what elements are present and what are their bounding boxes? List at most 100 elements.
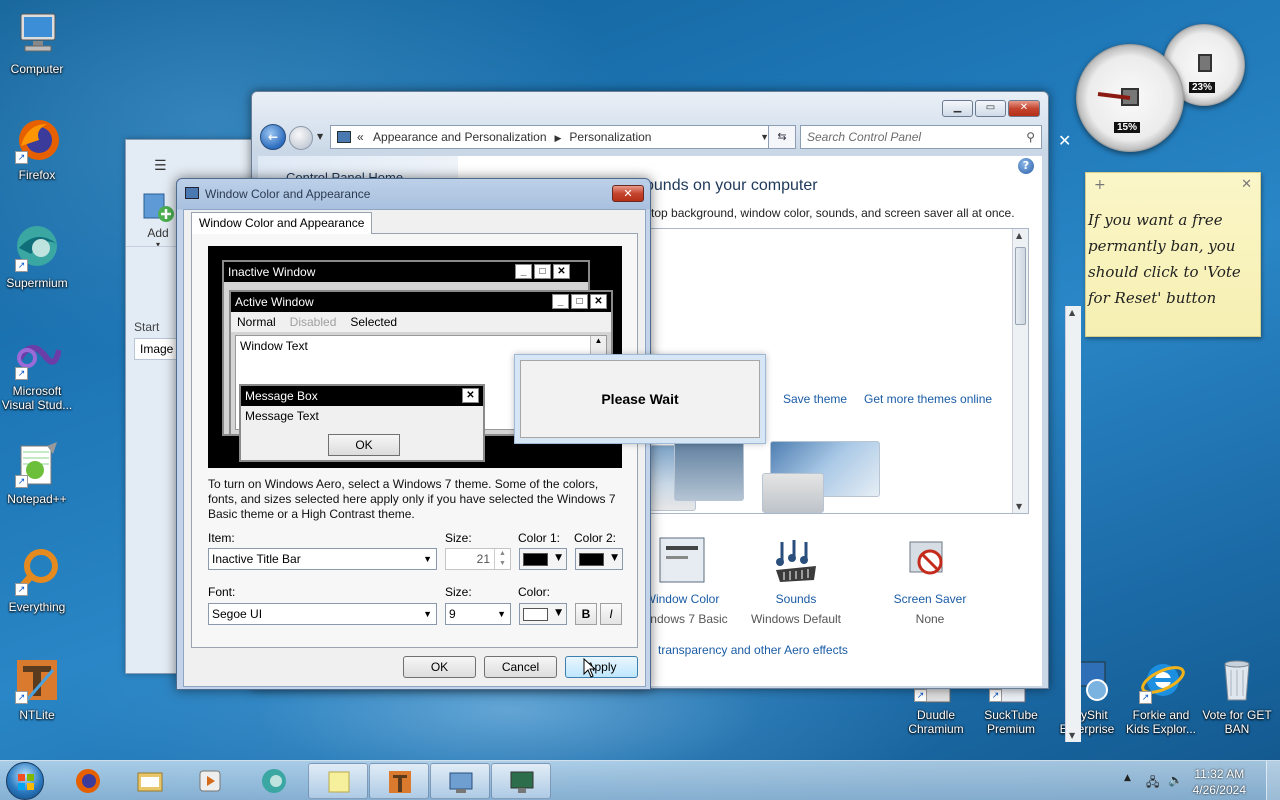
more-themes-link[interactable]: Get more themes online [864, 392, 992, 406]
theme-thumbnails[interactable] [650, 441, 890, 513]
scroll-up-icon[interactable]: ▲ [1016, 231, 1022, 240]
refresh-button[interactable]: ⇆ [768, 125, 796, 149]
size-stepper[interactable]: 21 ▲ ▼ [445, 548, 511, 570]
scroll-thumb[interactable] [1015, 247, 1026, 325]
taskbar-supermium[interactable] [244, 763, 304, 799]
address-bar[interactable]: « Appearance and Personalization ▶ Persona… [330, 125, 776, 149]
preview-ok-button[interactable]: OK [328, 434, 400, 456]
shortcut-arrow-icon: ↗ [989, 689, 1002, 702]
desktop-icon-notepadpp[interactable]: ↗ Notepad++ [0, 440, 75, 506]
volume-icon[interactable]: 🔈 [1168, 773, 1183, 787]
item-select[interactable]: Inactive Title Bar ▼ [208, 548, 437, 570]
desktop-icon-firefox[interactable]: ↗ Firefox [0, 116, 75, 182]
desktop-icon-visual-studio[interactable]: ↗ Microsoft Visual Stud... [0, 332, 75, 412]
item-select-value: Inactive Title Bar [212, 552, 301, 566]
ok-button[interactable]: OK [403, 656, 476, 678]
scroll-down-icon[interactable]: ▼ [1016, 502, 1022, 511]
theme-thumbnail[interactable] [762, 473, 824, 513]
back-button[interactable]: ← [260, 124, 286, 150]
desktop-icon-forkie[interactable]: ↗ Forkie and Kids Explor... [1123, 656, 1199, 736]
start-button[interactable] [6, 762, 44, 800]
sticky-note[interactable]: + ✕ If you want a free permantly ban, yo… [1085, 172, 1261, 337]
scroll-up-icon[interactable]: ▲ [1069, 308, 1075, 317]
chevron-down-icon: ▼ [423, 554, 432, 564]
font-color-picker[interactable]: ▼ [519, 603, 567, 625]
preview-menu-bar[interactable]: Normal Disabled Selected [231, 312, 611, 332]
cancel-button[interactable]: Cancel [484, 656, 557, 678]
preview-menu-normal[interactable]: Normal [237, 312, 276, 332]
breadcrumb-appearance[interactable]: Appearance and Personalization [373, 130, 546, 144]
desktop-icon-label: NTLite [19, 708, 55, 722]
add-label: Add [147, 226, 169, 240]
desktop-icon-anyshit[interactable]: ↗ AnyShit Enterprise [1049, 656, 1125, 736]
apply-button[interactable]: Apply [565, 656, 638, 678]
note-text[interactable]: If you want a free permantly ban, you sh… [1088, 207, 1258, 311]
maximize-button[interactable]: ▭ [975, 100, 1006, 117]
close-icon[interactable]: ✕ [1058, 131, 1071, 150]
taskbar-media-player[interactable] [180, 763, 240, 799]
search-icon[interactable]: ⚲ [1026, 126, 1035, 148]
screen-saver-option[interactable]: Screen Saver None [870, 536, 990, 626]
taskbar-ntlite[interactable] [369, 763, 429, 799]
search-input[interactable]: Search Control Panel ⚲ [800, 125, 1042, 149]
dialog-close-button[interactable]: ✕ [612, 185, 644, 202]
show-desktop-button[interactable] [1266, 761, 1280, 800]
preview-message-box[interactable]: Message Box ✕ Message Text OK [239, 384, 485, 462]
forward-button[interactable] [289, 126, 313, 150]
sounds-option[interactable]: Sounds Windows Default [736, 536, 856, 626]
preview-message-titlebar[interactable]: Message Box ✕ [241, 386, 483, 406]
bold-toggle[interactable]: B [575, 603, 597, 625]
font-size-value: 9 [449, 607, 456, 621]
theme-thumbnail[interactable] [674, 441, 744, 501]
hamburger-icon[interactable]: ☰ [154, 158, 167, 174]
desktop-icon-supermium[interactable]: ↗ Supermium [0, 224, 75, 290]
add-button[interactable]: Add ▾ [138, 190, 178, 249]
desktop-icon-ntlite[interactable]: ↗ NTLite [0, 656, 75, 722]
font-select[interactable]: Segoe UI ▼ [208, 603, 437, 625]
desktop-icon-sucktube[interactable]: ↗ SuckTube Premium [973, 681, 1049, 736]
save-theme-link[interactable]: Save theme [783, 392, 847, 406]
taskbar-personalization[interactable] [491, 763, 551, 799]
add-note-icon[interactable]: + [1094, 177, 1106, 193]
desktop-icon-duudle[interactable]: ↗ Duudle Chramium [898, 681, 974, 736]
color2-picker[interactable]: ▼ [575, 548, 623, 570]
taskbar-sticky-notes[interactable] [308, 763, 368, 799]
preview-active-titlebar[interactable]: Active Window _ □ ✕ [231, 292, 611, 312]
taskbar-control-panel[interactable] [430, 763, 490, 799]
preview-menu-selected[interactable]: Selected [350, 312, 397, 332]
windows-logo-icon [18, 774, 34, 790]
close-button[interactable]: ✕ [1008, 100, 1040, 117]
minimize-button[interactable]: ▁ [942, 100, 973, 117]
internet-explorer-icon: ↗ [1137, 656, 1185, 704]
show-hidden-icons-icon[interactable]: ▲ [1124, 773, 1131, 783]
recent-pages-dropdown[interactable]: ▼ [317, 132, 323, 141]
screen-saver-title[interactable]: Screen Saver [870, 592, 990, 606]
preview-menu-disabled[interactable]: Disabled [290, 312, 337, 332]
stepper-arrows-icon[interactable]: ▲ ▼ [494, 549, 510, 569]
color1-picker[interactable]: ▼ [519, 548, 567, 570]
italic-toggle[interactable]: I [600, 603, 622, 625]
close-note-icon[interactable]: ✕ [1241, 177, 1252, 192]
aero-effects-link[interactable]: transparency and other Aero effects [658, 643, 848, 657]
preview-inactive-titlebar[interactable]: Inactive Window _ □ ✕ [224, 262, 588, 282]
desktop-icon-recycle-bin[interactable]: Vote for GET BAN [1199, 656, 1275, 736]
breadcrumb-separator-icon[interactable]: ▶ [555, 133, 562, 143]
sounds-title[interactable]: Sounds [736, 592, 856, 606]
desktop-icon-label: AnyShit Enterprise [1059, 708, 1115, 736]
content-scrollbar[interactable]: ▲ ▼ [1065, 306, 1081, 742]
taskbar-firefox[interactable] [58, 763, 118, 799]
clock[interactable]: 11:32 AM 4/26/2024 [1193, 766, 1246, 798]
breadcrumb-personalization[interactable]: Personalization [569, 130, 651, 144]
desktop-icon-computer[interactable]: Computer [0, 10, 75, 76]
display-icon [510, 771, 534, 793]
scroll-down-icon[interactable]: ▼ [1069, 731, 1075, 740]
desktop-icon-label: Supermium [6, 276, 68, 290]
help-icon[interactable]: ? [1018, 158, 1034, 174]
taskbar-explorer[interactable] [120, 763, 180, 799]
font-size-select[interactable]: 9 ▼ [445, 603, 511, 625]
network-icon[interactable]: 🖧 [1146, 773, 1159, 794]
theme-list-scrollbar[interactable]: ▲ ▼ [1012, 229, 1028, 513]
color2-swatch [579, 553, 604, 566]
desktop-icon-everything[interactable]: ↗ Everything [0, 548, 75, 614]
tab-window-color[interactable]: Window Color and Appearance [191, 212, 373, 234]
